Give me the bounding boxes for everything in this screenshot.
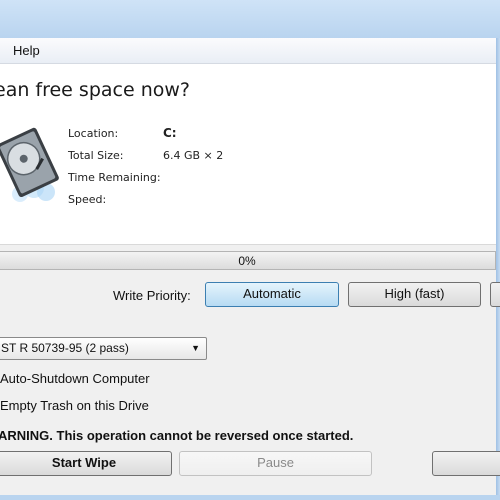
warning-text: ARNING. This operation cannot be reverse… <box>0 428 354 443</box>
close-button[interactable] <box>432 451 500 476</box>
progress-text: 0% <box>238 254 256 268</box>
priority-low-button[interactable] <box>490 282 500 307</box>
chevron-down-icon: ▼ <box>191 343 200 353</box>
menu-bar: Help <box>0 38 496 64</box>
menu-help[interactable]: Help <box>11 43 42 58</box>
dialog-heading: ean free space now? <box>0 79 190 101</box>
priority-high-button[interactable]: High (fast) <box>348 282 481 307</box>
write-priority-label: Write Priority: <box>113 288 191 303</box>
time-remaining-label: Time Remaining: <box>68 171 161 184</box>
total-size-label: Total Size: <box>68 149 124 162</box>
total-size-value: 6.4 GB × 2 <box>163 149 224 162</box>
wipe-progress-bar: 0% <box>0 251 496 270</box>
speed-label: Speed: <box>68 193 107 206</box>
window-titlebar <box>0 0 500 38</box>
hard-drive-icon <box>0 127 59 202</box>
wipe-method-select[interactable]: ST R 50739-95 (2 pass) ▼ <box>0 337 207 360</box>
start-wipe-button[interactable]: Start Wipe <box>0 451 172 476</box>
location-value: C: <box>163 126 177 140</box>
auto-shutdown-checkbox[interactable]: Auto-Shutdown Computer <box>0 371 150 386</box>
priority-automatic-button[interactable]: Automatic <box>205 282 339 307</box>
window-frame-right <box>496 38 500 500</box>
location-label: Location: <box>68 127 119 140</box>
pause-button[interactable]: Pause <box>179 451 372 476</box>
window-frame-bottom <box>0 495 500 500</box>
empty-trash-checkbox[interactable]: Empty Trash on this Drive <box>0 398 149 413</box>
wipe-method-value: ST R 50739-95 (2 pass) <box>1 341 129 355</box>
